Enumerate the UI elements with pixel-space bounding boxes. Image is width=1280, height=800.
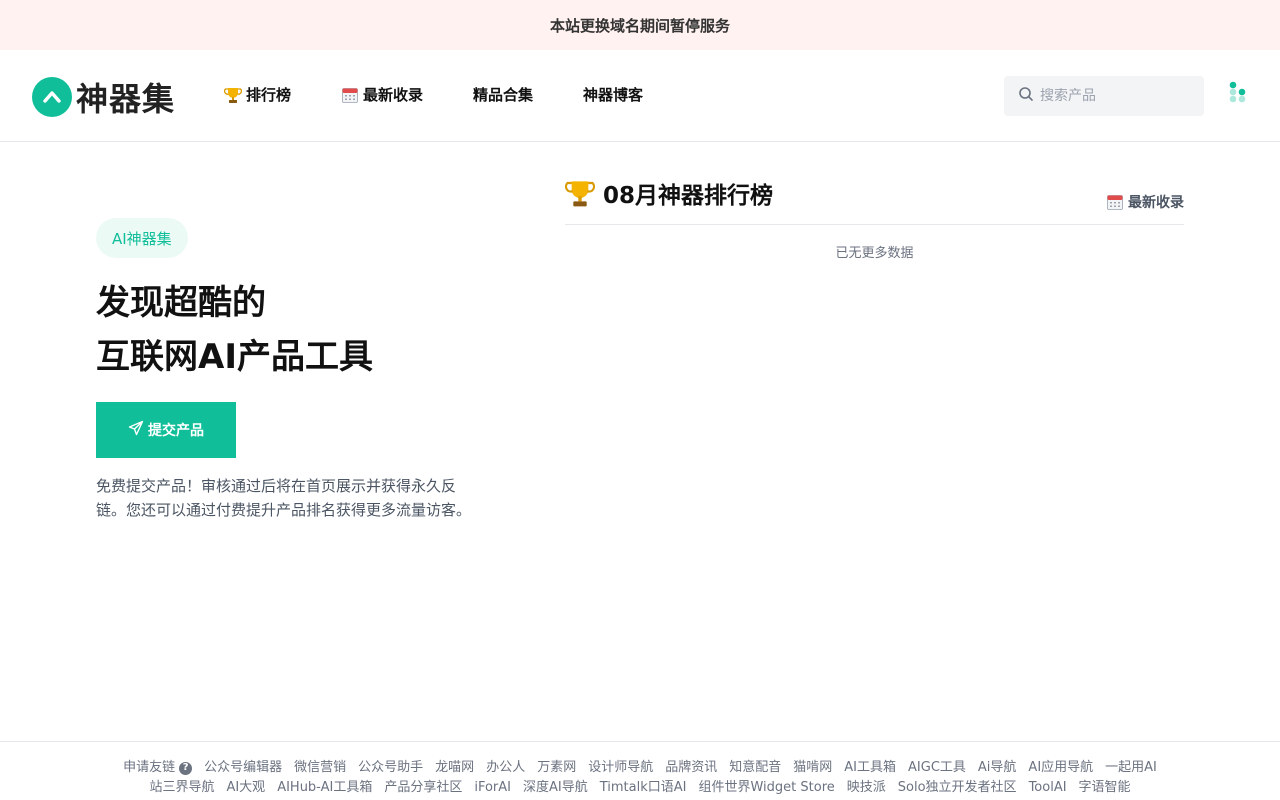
apply-friend-link[interactable]: 申请友链? xyxy=(123,758,193,778)
footer-link[interactable]: 产品分享社区 xyxy=(384,778,462,798)
footer-link[interactable]: 微信营销 xyxy=(294,758,346,778)
footer: 申请友链? 公众号编辑器 微信营销 公众号助手 龙喵网 办公人 万素网 设计师导航 品牌资讯知… xyxy=(0,741,1280,800)
nav-item-ranking[interactable]: 排行榜 xyxy=(224,84,291,105)
footer-link[interactable]: 品牌资讯 xyxy=(665,758,717,778)
latest-link-label: 最新收录 xyxy=(1128,195,1184,211)
ranking-title: 08月神器排行榜 xyxy=(565,176,773,210)
hero-headline: 发现超酷的 互联网AI产品工具 xyxy=(96,276,373,384)
footer-link[interactable]: 公众号助手 xyxy=(358,758,423,778)
nav-label: 排行榜 xyxy=(246,86,292,104)
nav-item-collections[interactable]: 精品合集 xyxy=(473,84,533,105)
main-nav: 排行榜 最新收录 精品合集 神器博客 xyxy=(224,84,643,105)
footer-link[interactable]: ToolAI xyxy=(1029,778,1067,798)
help-icon: ? xyxy=(179,761,193,775)
nav-label: 最新收录 xyxy=(363,86,424,104)
calendar-icon xyxy=(341,86,359,104)
footer-link[interactable]: AIGC工具 xyxy=(908,758,966,778)
submit-product-button[interactable]: 提交产品 xyxy=(96,402,236,458)
headline-line-1: 发现超酷的 xyxy=(96,283,266,323)
footer-link[interactable]: 办公人 xyxy=(486,758,525,778)
footer-link[interactable]: AI大观 xyxy=(226,778,265,798)
footer-link[interactable]: 设计师导航 xyxy=(588,758,653,778)
footer-link[interactable]: AI应用导航 xyxy=(1028,758,1093,778)
footer-link[interactable]: Solo独立开发者社区 xyxy=(898,778,1017,798)
headline-line-2: 互联网AI产品工具 xyxy=(96,337,373,377)
search-icon xyxy=(1018,86,1034,106)
nav-label: 神器博客 xyxy=(583,86,644,104)
nav-item-blog[interactable]: 神器博客 xyxy=(583,84,643,105)
footer-link[interactable]: 深度AI导航 xyxy=(523,778,588,798)
hero-description: 免费提交产品！审核通过后将在首页展示并获得永久反链。您还可以通过付费提升产品排名… xyxy=(96,477,472,519)
logo[interactable]: 神器集 xyxy=(32,74,175,120)
footer-link[interactable]: 猫啃网 xyxy=(793,758,832,778)
search-input[interactable] xyxy=(1040,88,1190,104)
latest-link[interactable]: 最新收录 xyxy=(1106,192,1184,212)
calendar-icon xyxy=(1106,193,1124,211)
footer-link[interactable]: 组件世界Widget Store xyxy=(698,778,834,798)
footer-link[interactable]: Ai导航 xyxy=(978,758,1017,778)
main-content: AI神器集 发现超酷的 互联网AI产品工具 提交产品 免费提交产品！审核通过后将… xyxy=(0,142,1280,742)
ranking-header: 08月神器排行榜 最新收录 xyxy=(565,176,1184,225)
footer-link[interactable]: 知意配音 xyxy=(729,758,781,778)
footer-link[interactable]: 万素网 xyxy=(537,758,576,778)
footer-link[interactable]: 映技派 xyxy=(847,778,886,798)
footer-link[interactable]: AIHub-AI工具箱 xyxy=(277,778,372,798)
footer-link[interactable]: 站三界导航 xyxy=(149,778,214,798)
apply-label: 申请友链 xyxy=(123,760,176,775)
empty-state: 已无更多数据 xyxy=(835,246,914,261)
footer-link[interactable]: Timtalk口语AI xyxy=(600,778,687,798)
nav-item-latest[interactable]: 最新收录 xyxy=(341,84,423,105)
footer-link[interactable]: 一起用AI xyxy=(1105,758,1157,778)
logo-mark-icon xyxy=(32,77,72,117)
theme-toggle-icon[interactable] xyxy=(1226,80,1250,104)
footer-link[interactable]: 龙喵网 xyxy=(435,758,474,778)
footer-link[interactable]: 公众号编辑器 xyxy=(204,758,282,778)
ranking-title-text: 08月神器排行榜 xyxy=(603,183,774,209)
header: 神器集 排行榜 最新收录 精品合集 神器博客 xyxy=(0,50,1280,142)
friend-links: 申请友链? 公众号编辑器 微信营销 公众号助手 龙喵网 办公人 万素网 设计师导航 品牌资讯知… xyxy=(80,758,1200,798)
submit-label: 提交产品 xyxy=(148,423,204,439)
hero-badge: AI神器集 xyxy=(96,218,188,258)
footer-link[interactable]: AI工具箱 xyxy=(844,758,896,778)
nav-label: 精品合集 xyxy=(473,86,534,104)
notice-banner: 本站更换域名期间暂停服务 xyxy=(0,0,1280,50)
footer-link[interactable]: iForAI xyxy=(474,778,511,798)
trophy-icon xyxy=(565,178,595,208)
search-box[interactable] xyxy=(1004,76,1204,116)
trophy-icon xyxy=(224,86,242,104)
notice-text: 本站更换域名期间暂停服务 xyxy=(549,16,730,35)
send-icon xyxy=(128,420,148,440)
footer-link[interactable]: 字语智能 xyxy=(1079,778,1131,798)
brand-name: 神器集 xyxy=(76,80,176,118)
